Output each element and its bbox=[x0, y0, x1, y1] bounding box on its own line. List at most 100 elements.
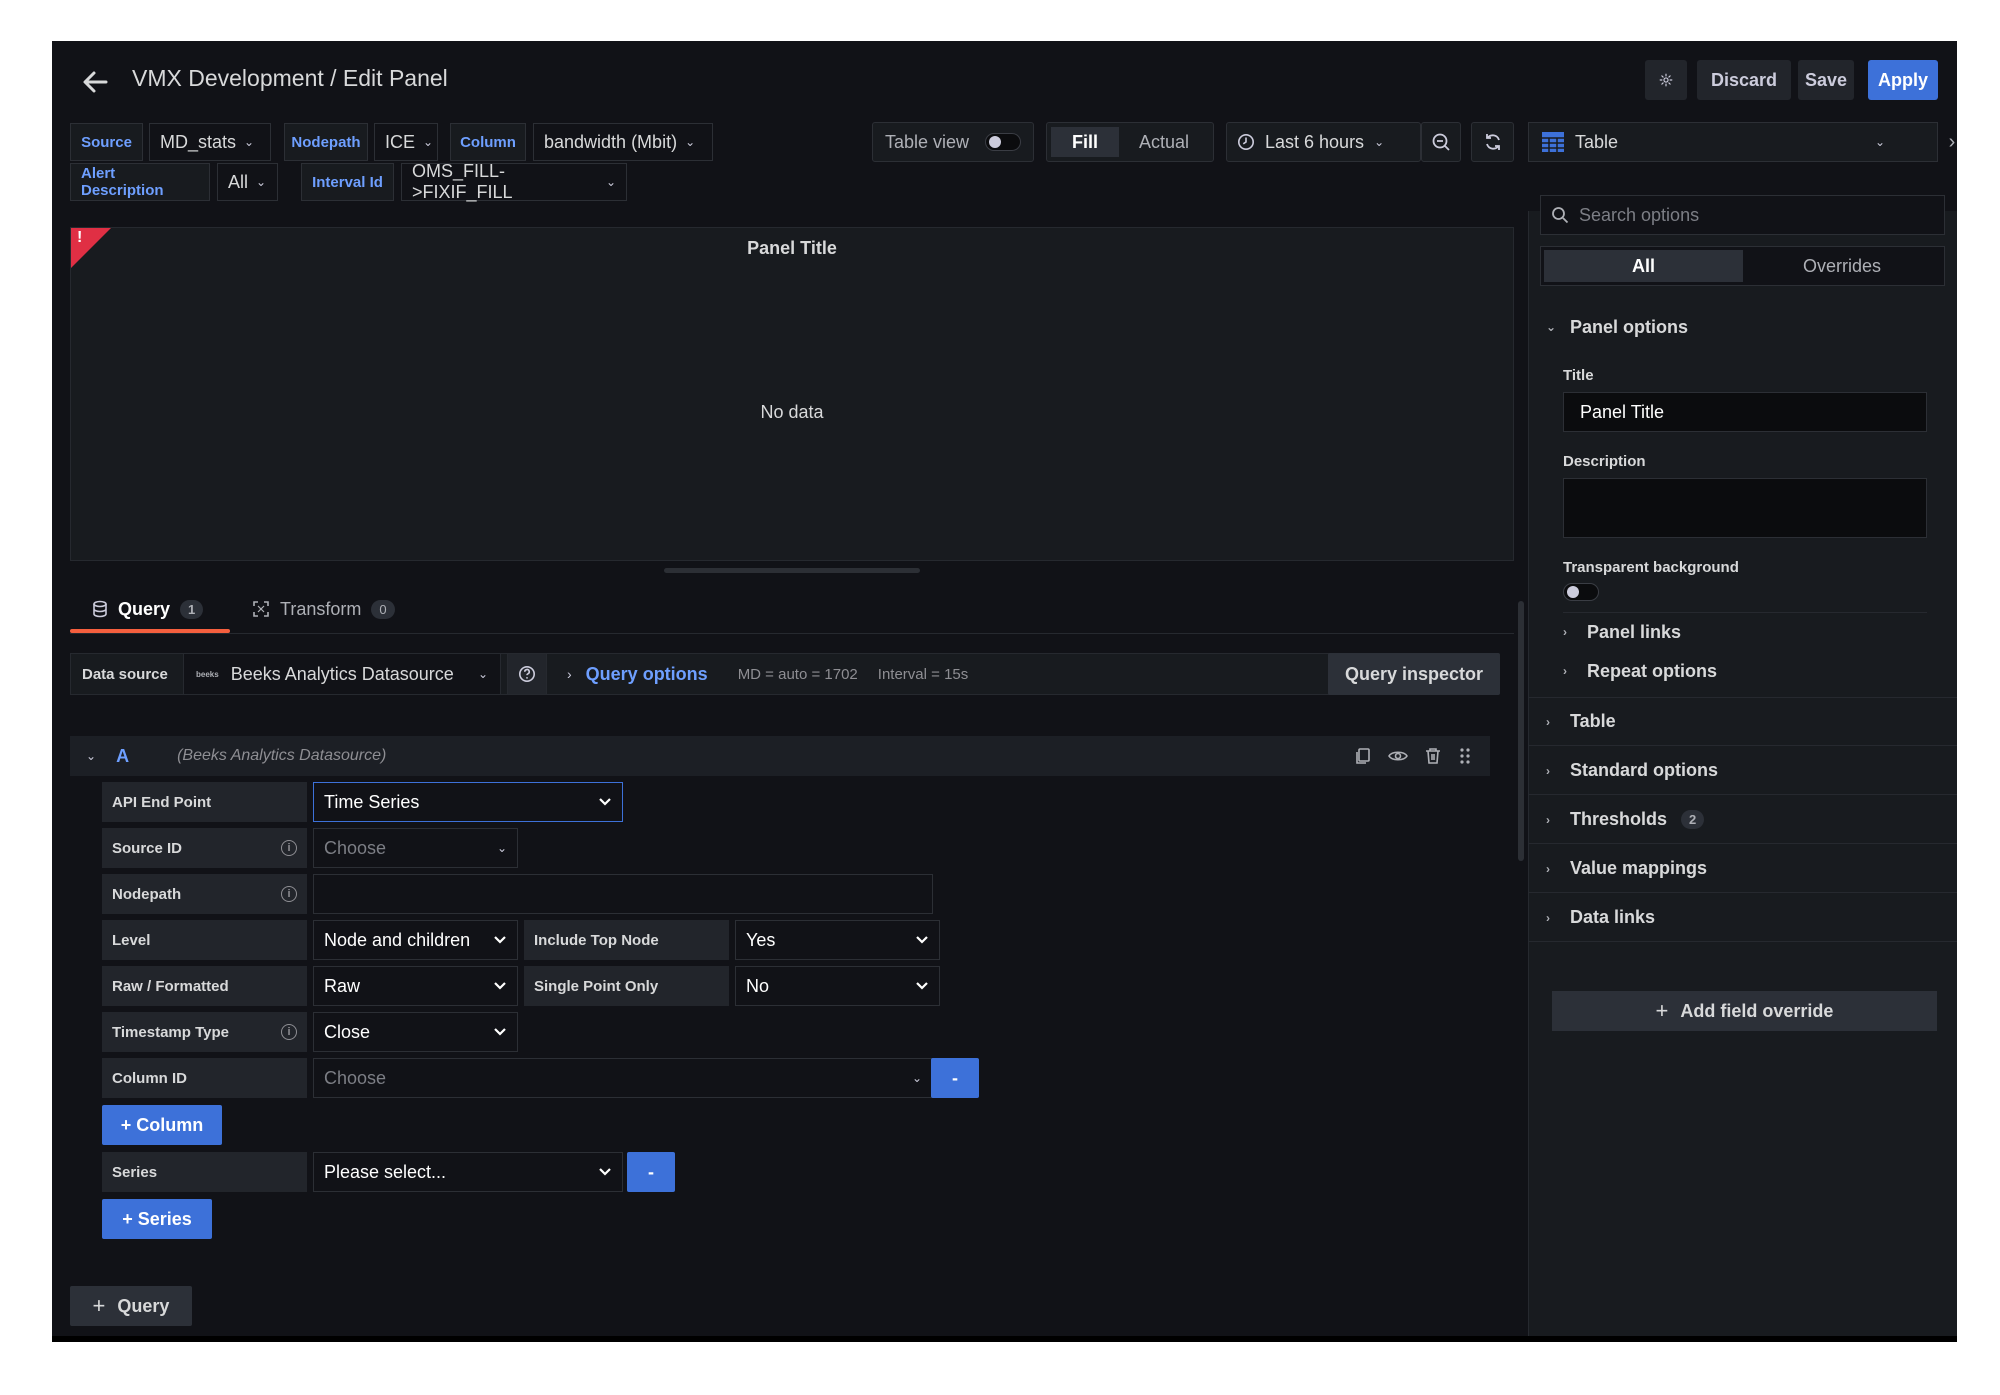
variable-select-nodepath[interactable]: ICE ⌄ bbox=[374, 123, 438, 161]
label-text: Raw / Formatted bbox=[112, 977, 229, 995]
table-icon bbox=[1542, 132, 1564, 152]
drag-handle-icon[interactable] bbox=[1458, 747, 1472, 765]
tab-query[interactable]: Query 1 bbox=[92, 589, 204, 629]
beeks-logo-icon: beeks bbox=[196, 669, 219, 679]
variable-select-source[interactable]: MD_stats ⌄ bbox=[149, 123, 271, 161]
chevron-down-icon: ⌄ bbox=[256, 175, 267, 189]
add-series-button[interactable]: + Series bbox=[102, 1199, 212, 1239]
query-inspector-button[interactable]: Query inspector bbox=[1328, 653, 1500, 695]
table-section[interactable]: › Table bbox=[1528, 698, 1957, 746]
tab-query-label: Query bbox=[118, 598, 171, 619]
description-textarea[interactable] bbox=[1563, 478, 1927, 538]
nodepath-input[interactable] bbox=[313, 874, 933, 914]
panel-options-section[interactable]: ⌄ Panel options bbox=[1528, 303, 1957, 351]
transparent-background-label: Transparent background bbox=[1563, 559, 1739, 576]
variable-value: OMS_FILL->FIXIF_FILL bbox=[412, 161, 513, 202]
refresh-icon bbox=[1485, 134, 1500, 150]
select-value: No bbox=[746, 975, 770, 996]
column-id-label: Column ID bbox=[102, 1058, 307, 1098]
remove-series-button[interactable]: - bbox=[627, 1152, 675, 1192]
panel-title[interactable]: Panel Title bbox=[71, 238, 1513, 259]
repeat-options-section[interactable]: › Repeat options bbox=[1563, 652, 1717, 690]
tab-overrides[interactable]: Overrides bbox=[1743, 250, 1941, 282]
level-select[interactable]: Node and children bbox=[313, 920, 518, 960]
panel-resize-handle[interactable] bbox=[664, 568, 920, 573]
panel-settings-button[interactable] bbox=[1645, 60, 1687, 100]
search-options-input[interactable]: Search options bbox=[1540, 195, 1945, 235]
chevron-down-icon: ⌄ bbox=[496, 841, 507, 855]
trash-icon[interactable] bbox=[1424, 747, 1442, 765]
visualization-picker[interactable]: Table ⌄ bbox=[1528, 122, 1938, 162]
variable-select-alert-description[interactable]: All ⌄ bbox=[217, 163, 278, 201]
source-id-select[interactable]: Choose ⌄ bbox=[313, 828, 518, 868]
datasource-picker[interactable]: beeks Beeks Analytics Datasource ⌄ bbox=[183, 653, 501, 695]
fill-option[interactable]: Fill bbox=[1051, 127, 1119, 157]
label-text: API End Point bbox=[112, 793, 212, 811]
chevron-down-icon bbox=[599, 1168, 611, 1176]
add-column-button[interactable]: + Column bbox=[102, 1105, 222, 1145]
arrow-left-icon[interactable] bbox=[80, 67, 110, 97]
label-text: Single Point Only bbox=[534, 977, 659, 995]
variable-select-interval-id[interactable]: OMS_FILL->FIXIF_FILL ⌄ bbox=[401, 161, 627, 202]
plus-icon: + bbox=[92, 1293, 106, 1318]
no-data-message: No data bbox=[760, 402, 824, 422]
series-label: Series bbox=[102, 1152, 307, 1192]
value-mappings-section[interactable]: › Value mappings bbox=[1528, 845, 1957, 893]
add-field-override-button[interactable]: + Add field override bbox=[1552, 991, 1937, 1031]
select-placeholder: Choose bbox=[324, 1067, 387, 1088]
panel-links-section[interactable]: › Panel links bbox=[1563, 613, 1681, 651]
table-view-toggle[interactable]: Table view bbox=[872, 122, 1034, 162]
standard-options-section[interactable]: › Standard options bbox=[1528, 747, 1957, 795]
tab-transform-count: 0 bbox=[371, 599, 395, 619]
transparent-background-toggle[interactable] bbox=[1563, 583, 1599, 601]
duplicate-icon[interactable] bbox=[1354, 747, 1372, 765]
column-id-select[interactable]: Choose ⌄ bbox=[313, 1058, 933, 1098]
datasource-help-button[interactable] bbox=[507, 653, 547, 695]
variable-select-column[interactable]: bandwidth (Mbit) ⌄ bbox=[533, 123, 713, 161]
info-icon[interactable]: i bbox=[281, 840, 297, 856]
variable-label-source: Source bbox=[70, 123, 143, 161]
zoom-out-button[interactable] bbox=[1421, 122, 1461, 162]
variable-value: MD_stats bbox=[160, 131, 237, 152]
page-title: VMX Development / Edit Panel bbox=[132, 65, 448, 91]
add-query-button[interactable]: + Query bbox=[70, 1286, 192, 1326]
apply-button[interactable]: Apply bbox=[1868, 60, 1938, 100]
series-select[interactable]: Please select... bbox=[313, 1152, 623, 1192]
level-label: Level bbox=[102, 920, 307, 960]
thresholds-section[interactable]: › Thresholds 2 bbox=[1528, 796, 1957, 844]
single-point-only-select[interactable]: No bbox=[735, 966, 940, 1006]
query-scrollbar[interactable] bbox=[1518, 601, 1524, 861]
refresh-button[interactable] bbox=[1471, 122, 1514, 162]
tab-all[interactable]: All bbox=[1544, 250, 1743, 282]
discard-button[interactable]: Discard bbox=[1697, 60, 1791, 100]
variable-label-alert-description: Alert Description bbox=[70, 163, 210, 201]
api-end-point-select[interactable]: Time Series bbox=[313, 782, 623, 822]
chevron-right-icon[interactable]: › bbox=[1938, 122, 1957, 162]
label-text: Level bbox=[112, 931, 151, 949]
timestamp-type-select[interactable]: Close bbox=[313, 1012, 518, 1052]
chevron-down-icon bbox=[494, 982, 506, 990]
chevron-down-icon: ⌄ bbox=[1874, 135, 1885, 149]
visualization-type: Table bbox=[1575, 131, 1619, 152]
query-row-letter[interactable]: A bbox=[116, 746, 129, 767]
tab-transform[interactable]: Transform 0 bbox=[252, 589, 395, 629]
title-input[interactable]: Panel Title bbox=[1563, 392, 1927, 432]
time-range-picker[interactable]: Last 6 hours ⌄ bbox=[1226, 122, 1421, 162]
info-icon[interactable]: i bbox=[281, 886, 297, 902]
chevron-down-icon: ⌄ bbox=[477, 667, 488, 681]
actual-option[interactable]: Actual bbox=[1119, 127, 1209, 157]
query-options-toggle[interactable]: › Query options MD = auto = 1702 Interva… bbox=[567, 653, 968, 695]
label-text: Column ID bbox=[112, 1069, 187, 1087]
info-icon[interactable]: i bbox=[281, 1024, 297, 1040]
save-button[interactable]: Save bbox=[1798, 60, 1854, 100]
data-links-section[interactable]: › Data links bbox=[1528, 894, 1957, 942]
chevron-down-icon: ⌄ bbox=[605, 175, 616, 189]
eye-icon[interactable] bbox=[1388, 747, 1408, 765]
chevron-down-icon bbox=[599, 798, 611, 806]
raw-formatted-select[interactable]: Raw bbox=[313, 966, 518, 1006]
chevron-down-icon[interactable]: ⌄ bbox=[86, 749, 96, 763]
thresholds-count: 2 bbox=[1681, 810, 1705, 829]
variable-label-column: Column bbox=[450, 123, 526, 161]
include-top-node-select[interactable]: Yes bbox=[735, 920, 940, 960]
remove-column-button[interactable]: - bbox=[931, 1058, 979, 1098]
